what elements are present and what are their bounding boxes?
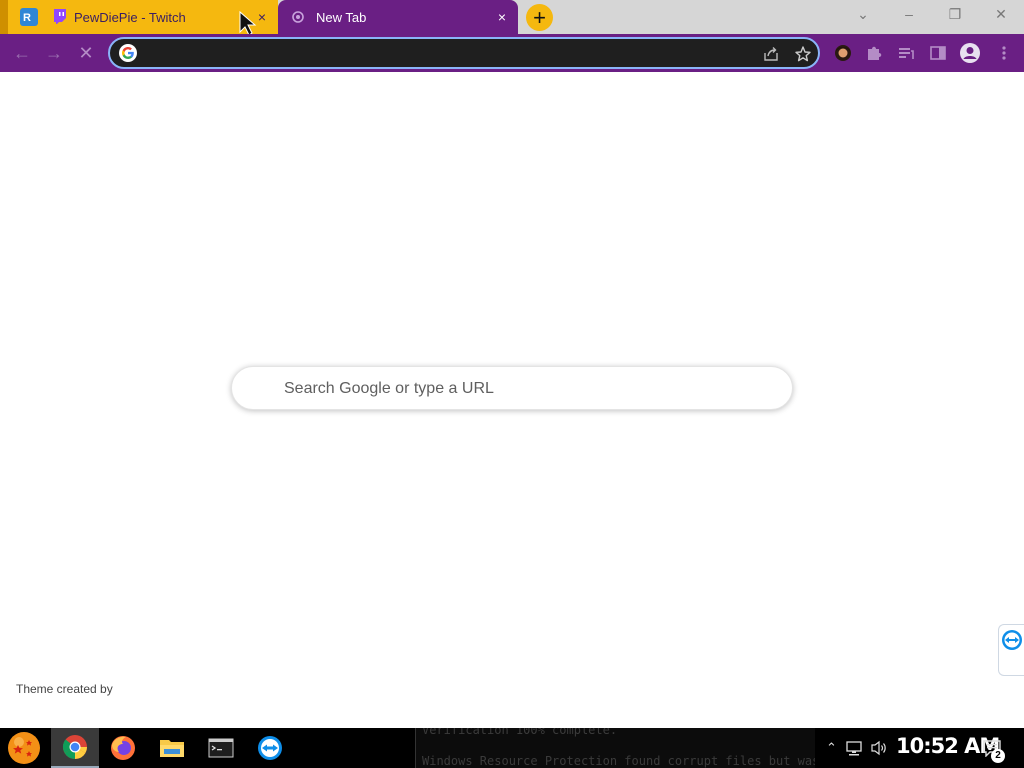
close-window-button[interactable]: ✕ xyxy=(978,0,1024,30)
tab-search-button[interactable]: ⌄ xyxy=(840,0,886,30)
new-tab-button[interactable]: + xyxy=(526,4,553,31)
tab-strip-edge xyxy=(0,0,8,34)
teamviewer-panel-handle[interactable] xyxy=(998,624,1024,676)
menu-kebab-icon[interactable] xyxy=(994,43,1014,63)
tab-strip: R PewDiePie - Twitch × New Tab × + ⌄ – ❐… xyxy=(0,0,1024,34)
tab-close-button[interactable]: × xyxy=(494,9,510,25)
new-tab-page: Search Google or type a URL Theme create… xyxy=(0,72,1024,728)
taskbar-terminal[interactable] xyxy=(197,728,245,768)
chrome-icon xyxy=(62,735,88,759)
start-button[interactable] xyxy=(0,728,48,768)
back-button[interactable]: ← xyxy=(8,40,36,66)
tab-new-tab[interactable]: New Tab × xyxy=(278,0,518,34)
side-panel-icon[interactable] xyxy=(928,43,948,63)
reading-list-icon[interactable] xyxy=(896,43,916,63)
ntp-search-box[interactable]: Search Google or type a URL xyxy=(231,366,793,410)
forward-button[interactable]: → xyxy=(40,40,68,66)
minimize-button[interactable]: – xyxy=(886,0,932,30)
profile-avatar-icon[interactable] xyxy=(833,43,853,63)
extensions-puzzle-icon[interactable] xyxy=(864,43,884,63)
svg-text:R: R xyxy=(23,12,31,24)
console-line: Verification 100% complete. xyxy=(422,728,618,737)
twitch-icon xyxy=(52,9,68,25)
taskbar-firefox[interactable] xyxy=(99,728,147,768)
browser-toolbar: ← → ✕ xyxy=(0,34,1024,72)
file-explorer-icon xyxy=(160,740,184,757)
address-bar[interactable] xyxy=(108,37,820,69)
taskbar-file-explorer[interactable] xyxy=(148,728,196,768)
taskbar-chrome[interactable] xyxy=(51,728,99,768)
share-icon[interactable] xyxy=(762,45,780,63)
teamviewer-icon xyxy=(1002,630,1022,650)
search-placeholder: Search Google or type a URL xyxy=(284,380,494,397)
mouse-cursor-icon xyxy=(239,10,257,36)
tab-title: New Tab xyxy=(316,9,367,25)
restore-button[interactable]: ❐ xyxy=(932,0,978,30)
firefox-icon xyxy=(111,736,135,760)
google-g-icon xyxy=(119,44,137,62)
notification-count-badge: 2 xyxy=(991,749,1005,763)
console-line: Windows Resource Protection found corrup… xyxy=(422,754,815,768)
chrome-newtab-icon xyxy=(290,9,306,25)
dragonball-start-icon xyxy=(8,732,40,764)
taskbar: Verification 100% complete. Windows Reso… xyxy=(0,728,1024,768)
stop-loading-button[interactable]: ✕ xyxy=(72,40,100,66)
account-icon[interactable] xyxy=(959,42,981,64)
theme-credit[interactable]: Theme created by xyxy=(16,682,113,696)
network-icon[interactable] xyxy=(845,741,863,757)
bookmark-star-icon[interactable] xyxy=(794,45,812,63)
show-hidden-icons-chevron-icon[interactable]: ⌃ xyxy=(826,740,837,756)
console-window-peek: Verification 100% complete. Windows Reso… xyxy=(415,728,815,768)
pinned-app-icon[interactable]: R xyxy=(20,8,38,26)
address-input[interactable] xyxy=(144,44,744,62)
tab-title: PewDiePie - Twitch xyxy=(74,10,186,25)
volume-icon[interactable] xyxy=(870,740,888,756)
terminal-icon xyxy=(208,738,234,758)
teamviewer-icon xyxy=(258,736,282,760)
taskbar-teamviewer[interactable] xyxy=(246,728,294,768)
